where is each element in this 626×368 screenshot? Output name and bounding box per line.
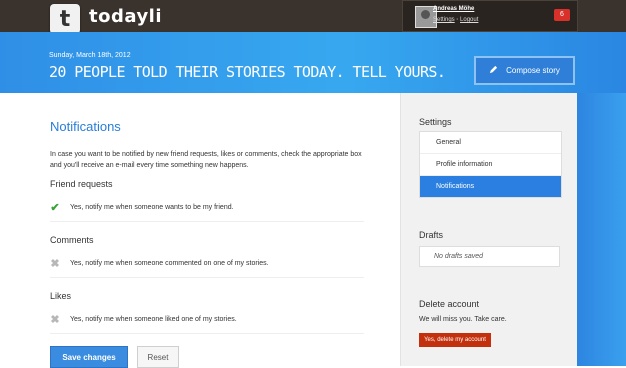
pencil-icon: [489, 65, 498, 76]
notification-badge[interactable]: 6: [554, 9, 570, 21]
drafts-empty: No drafts saved: [419, 246, 560, 267]
divider: [50, 277, 364, 278]
checkmark-icon[interactable]: ✔: [50, 202, 60, 214]
app-logo[interactable]: t: [50, 4, 80, 34]
option-label: Yes, notify me when someone liked one of…: [70, 315, 237, 323]
save-changes-button[interactable]: Save changes: [50, 346, 128, 368]
comments-heading: Comments: [50, 235, 94, 245]
option-label: Yes, notify me when someone commented on…: [70, 259, 269, 267]
sidebar-item-profile-information[interactable]: Profile information: [420, 154, 561, 176]
likes-option[interactable]: ✖ Yes, notify me when someone liked one …: [50, 311, 364, 327]
settings-heading: Settings: [419, 117, 452, 127]
banner-headline: 20 PEOPLE TOLD THEIR STORIES TODAY. TELL…: [49, 63, 446, 81]
page-title: Notifications: [50, 119, 121, 134]
intro-text: In case you want to be notified by new f…: [50, 151, 362, 169]
settings-link[interactable]: Settings: [433, 17, 455, 23]
top-bar: t todayli Andreas Möhe Settings · Logout…: [0, 0, 626, 34]
logout-link[interactable]: Logout: [460, 17, 478, 23]
divider: [50, 333, 364, 334]
banner-date: Sunday, March 18th, 2012: [49, 52, 131, 59]
option-label: Yes, notify me when someone wants to be …: [70, 203, 234, 211]
hero-banner: Sunday, March 18th, 2012 20 PEOPLE TOLD …: [0, 32, 626, 93]
cross-icon[interactable]: ✖: [50, 314, 60, 326]
reset-button[interactable]: Reset: [137, 346, 179, 368]
divider: [50, 221, 364, 222]
user-menu: Andreas Möhe Settings · Logout 6: [402, 0, 578, 32]
drafts-heading: Drafts: [419, 230, 444, 240]
settings-nav: General Profile information Notification…: [419, 131, 562, 198]
compose-story-label: Compose story: [506, 66, 560, 75]
delete-account-heading: Delete account: [419, 299, 480, 309]
user-name-link[interactable]: Andreas Möhe: [433, 6, 474, 12]
settings-sidebar: Settings General Profile information Not…: [400, 93, 577, 366]
friend-requests-heading: Friend requests: [50, 179, 113, 189]
compose-story-button[interactable]: Compose story: [474, 56, 575, 85]
link-separator: ·: [456, 17, 459, 23]
brand-name[interactable]: todayli: [89, 6, 162, 27]
sidebar-item-notifications[interactable]: Notifications: [420, 176, 561, 197]
sidebar-item-general[interactable]: General: [420, 132, 561, 154]
likes-heading: Likes: [50, 291, 72, 301]
main-content: Notifications In case you want to be not…: [0, 93, 400, 368]
delete-account-text: We will miss you. Take care.: [419, 316, 507, 323]
delete-account-button[interactable]: Yes, delete my account: [419, 333, 491, 347]
background-strip: [577, 93, 626, 366]
cross-icon[interactable]: ✖: [50, 258, 60, 270]
friend-requests-option[interactable]: ✔ Yes, notify me when someone wants to b…: [50, 199, 364, 215]
comments-option[interactable]: ✖ Yes, notify me when someone commented …: [50, 255, 364, 271]
user-links: Settings · Logout: [433, 17, 478, 23]
